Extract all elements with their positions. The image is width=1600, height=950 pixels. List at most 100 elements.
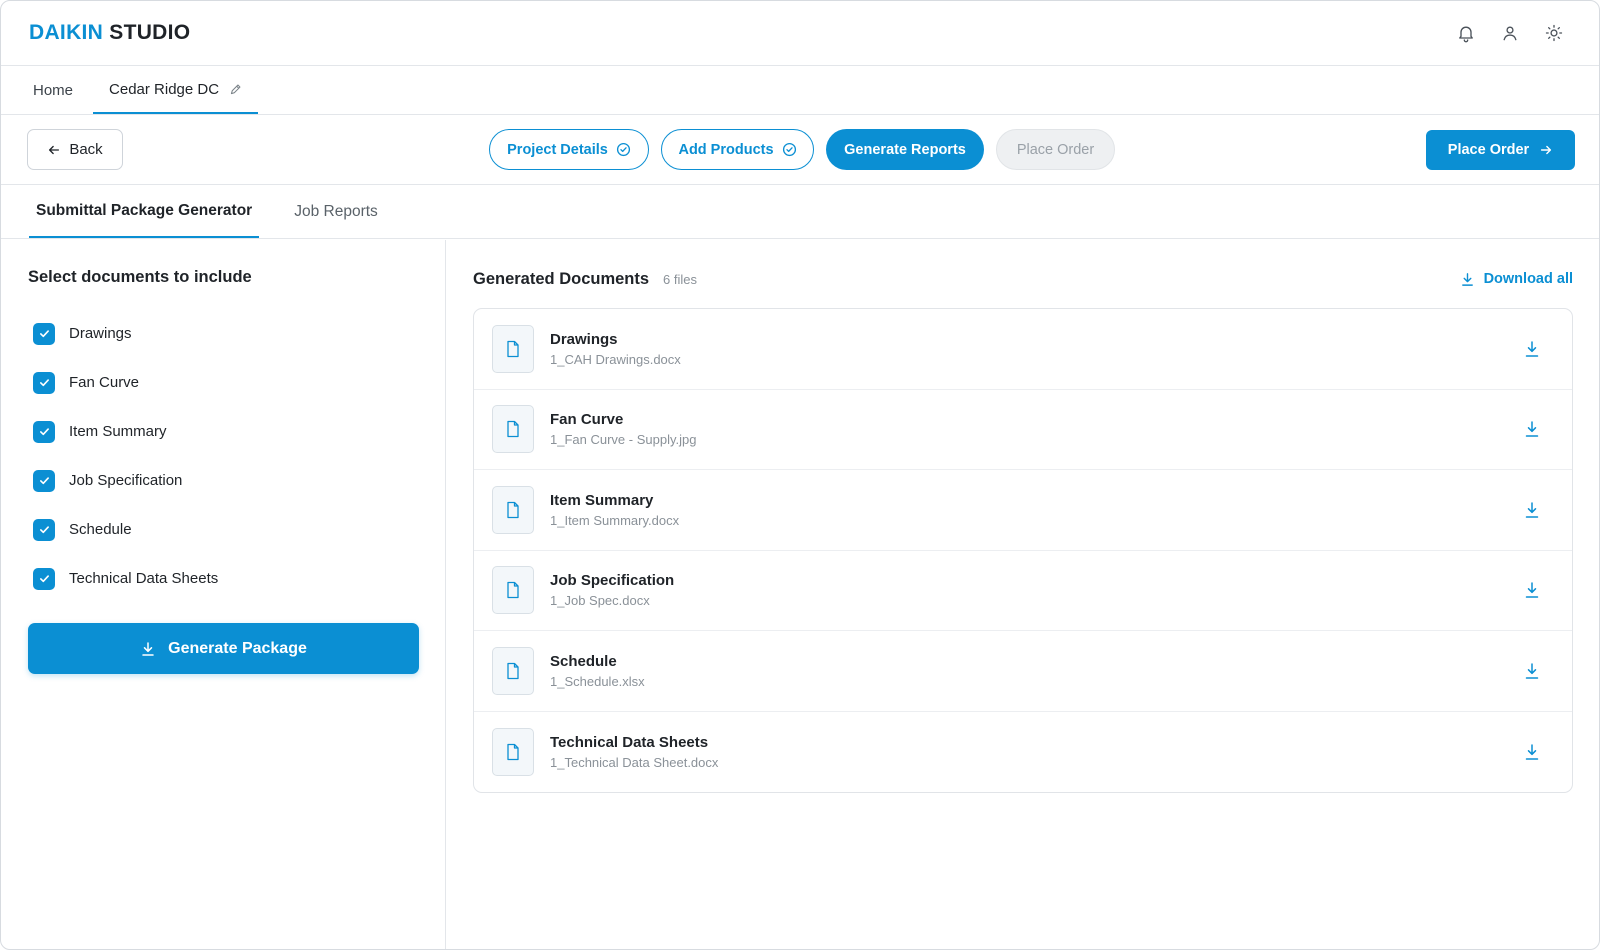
generate-package-button[interactable]: Generate Package	[28, 623, 419, 674]
download-icon[interactable]	[1520, 498, 1544, 522]
place-order-button[interactable]: Place Order	[1426, 130, 1575, 170]
document-filename: 1_Fan Curve - Supply.jpg	[550, 432, 697, 448]
document-row: Job Specification 1_Job Spec.docx	[474, 551, 1572, 631]
report-tabs: Submittal Package Generator Job Reports	[1, 185, 1599, 239]
file-icon	[492, 405, 534, 454]
header-actions	[1455, 22, 1571, 44]
app-window: DAIKIN STUDIO Home Cedar Ridge DC Back P…	[0, 0, 1600, 950]
tab-job-reports[interactable]: Job Reports	[287, 185, 385, 238]
step-add-products[interactable]: Add Products	[661, 129, 814, 170]
check-icon	[39, 526, 49, 534]
step-label: Generate Reports	[844, 141, 966, 158]
generated-documents-panel: Generated Documents 6 files Download all…	[446, 240, 1599, 949]
check-icon	[39, 477, 49, 485]
step-label: Project Details	[507, 141, 608, 158]
option-label: Technical Data Sheets	[69, 570, 219, 587]
option-item-summary[interactable]: Item Summary	[28, 407, 418, 456]
download-icon	[1461, 272, 1473, 286]
document-name: Technical Data Sheets	[550, 733, 709, 751]
generated-documents-title: Generated Documents	[473, 269, 650, 288]
pencil-icon[interactable]	[229, 83, 242, 96]
document-name: Job Specification	[550, 572, 675, 590]
tab-project-label: Cedar Ridge DC	[109, 80, 220, 98]
document-filename: 1_Item Summary.docx	[550, 512, 680, 528]
check-icon	[39, 379, 49, 387]
checkbox-checked[interactable]	[33, 371, 55, 394]
file-count: 6 files	[663, 271, 698, 287]
option-drawings[interactable]: Drawings	[28, 309, 418, 358]
checkbox-checked[interactable]	[33, 322, 55, 345]
document-row: Technical Data Sheets 1_Technical Data Sh…	[474, 712, 1572, 793]
step-project-details[interactable]: Project Details	[489, 129, 649, 170]
document-filename: 1_Schedule.xlsx	[550, 673, 645, 689]
file-icon	[492, 727, 534, 776]
step-place-order: Place Order	[996, 129, 1115, 170]
app-header: DAIKIN STUDIO	[1, 1, 1599, 66]
tab-home[interactable]: Home	[23, 66, 83, 114]
logo-product: STUDIO	[109, 21, 191, 44]
check-circle-icon	[616, 142, 630, 157]
option-job-specification[interactable]: Job Specification	[28, 456, 418, 505]
document-filename: 1_CAH Drawings.docx	[550, 351, 681, 367]
document-name: Schedule	[550, 652, 617, 670]
document-list: Drawings 1_CAH Drawings.docx Fan Curve 1_F…	[473, 308, 1573, 793]
document-filename: 1_Job Spec.docx	[550, 593, 650, 609]
file-icon	[492, 646, 534, 695]
document-name: Item Summary	[550, 491, 654, 509]
file-icon	[492, 485, 534, 534]
sun-icon[interactable]	[1543, 22, 1565, 44]
user-icon[interactable]	[1499, 22, 1521, 44]
option-label: Item Summary	[69, 423, 167, 440]
download-all-link[interactable]: Download all	[1460, 271, 1573, 287]
tab-submittal-package-generator[interactable]: Submittal Package Generator	[29, 185, 260, 238]
document-row: Item Summary 1_Item Summary.docx	[474, 470, 1572, 551]
document-name: Drawings	[550, 330, 618, 348]
download-icon[interactable]	[1520, 740, 1544, 764]
back-button[interactable]: Back	[27, 129, 123, 170]
file-icon	[492, 566, 534, 615]
project-tabs: Home Cedar Ridge DC	[1, 66, 1599, 115]
document-row: Drawings 1_CAH Drawings.docx	[474, 309, 1572, 390]
tab-label: Job Reports	[294, 202, 378, 220]
tab-label: Submittal Package Generator	[36, 201, 253, 219]
step-generate-reports[interactable]: Generate Reports	[826, 129, 984, 170]
tab-home-label: Home	[33, 81, 74, 99]
checkbox-checked[interactable]	[33, 420, 55, 443]
document-filename: 1_Technical Data Sheet.docx	[550, 754, 719, 770]
download-icon[interactable]	[1520, 659, 1544, 683]
download-icon[interactable]	[1520, 337, 1544, 361]
document-selection-panel: Select documents to include Drawings Fan…	[1, 240, 446, 949]
document-row: Fan Curve 1_Fan Curve - Supply.jpg	[474, 390, 1572, 470]
step-label: Place Order	[1016, 141, 1095, 158]
option-label: Job Specification	[69, 472, 183, 489]
download-icon[interactable]	[1520, 578, 1544, 602]
step-label: Add Products	[678, 141, 774, 158]
app-logo[interactable]: DAIKIN STUDIO	[29, 21, 190, 45]
main-content: Select documents to include Drawings Fan…	[1, 240, 1599, 949]
step-bar: Back Project Details Add Products Genera…	[1, 115, 1599, 185]
check-icon	[39, 575, 49, 583]
option-fan-curve[interactable]: Fan Curve	[28, 358, 418, 407]
option-label: Drawings	[69, 325, 132, 342]
document-name: Fan Curve	[550, 411, 624, 429]
arrow-right-icon	[1541, 145, 1552, 155]
checkbox-checked[interactable]	[33, 518, 55, 541]
option-technical-data-sheets[interactable]: Technical Data Sheets	[28, 554, 418, 603]
checkbox-checked[interactable]	[33, 469, 55, 492]
place-order-label: Place Order	[1447, 142, 1530, 158]
check-circle-icon	[782, 142, 796, 157]
document-row: Schedule 1_Schedule.xlsx	[474, 631, 1572, 712]
tab-project[interactable]: Cedar Ridge DC	[93, 66, 259, 114]
option-label: Schedule	[69, 521, 132, 538]
file-icon	[492, 324, 534, 373]
download-all-label: Download all	[1483, 271, 1573, 287]
option-schedule[interactable]: Schedule	[28, 505, 418, 554]
check-icon	[39, 428, 49, 436]
checkbox-checked[interactable]	[33, 567, 55, 590]
download-icon	[142, 641, 154, 656]
bell-icon[interactable]	[1455, 22, 1477, 44]
option-label: Fan Curve	[69, 374, 140, 391]
generate-package-label: Generate Package	[168, 639, 307, 657]
download-icon[interactable]	[1520, 417, 1544, 441]
wizard-steps: Project Details Add Products Generate Re…	[489, 129, 1115, 170]
